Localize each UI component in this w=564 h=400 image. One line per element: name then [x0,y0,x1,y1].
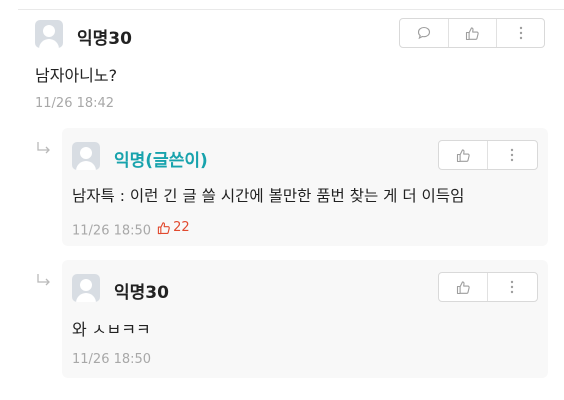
comment-icon [417,26,431,40]
more-vertical-icon [519,26,522,40]
reply-timestamp: 11/26 18:50 [72,352,152,367]
avatar-shoulders [76,293,96,302]
more-button[interactable] [487,141,535,169]
thumbs-up-icon [456,148,470,162]
avatar-head [43,25,55,37]
top-divider [18,9,564,10]
comment-author: 익명30 [77,29,132,49]
like-button[interactable] [448,19,496,47]
more-button[interactable] [496,19,544,47]
avatar-shoulders [76,161,96,170]
like-button[interactable] [439,141,487,169]
reply-actions [438,272,538,302]
more-button[interactable] [487,273,535,301]
avatar-head [80,279,92,291]
like-count: 22 [157,220,190,235]
avatar[interactable] [72,274,100,302]
avatar[interactable] [35,20,63,48]
reply-timestamp: 11/26 18:50 [72,223,152,239]
reply-actions [438,140,538,170]
reply-author-writer: 익명(글쓴이) [114,151,208,171]
reply-text: 와 ㅅㅂㅋㅋ [72,320,151,339]
comment: 익명30 남자아니노? 11/26 18:42 [35,18,545,111]
more-vertical-icon [510,280,513,294]
comment-header: 익명30 [35,18,545,50]
more-vertical-icon [510,148,513,162]
thumbs-up-icon [465,26,479,40]
thumbs-up-icon [456,280,470,294]
thumbs-up-icon [157,221,170,234]
comment-timestamp: 11/26 18:42 [35,96,115,111]
reply-item: 익명(글쓴이) 남자특 : 이런 긴 글 쓸 시간에 볼만한 품번 찾는 게 더… [62,128,548,246]
reply-button[interactable] [400,19,448,47]
reply-text: 남자특 : 이런 긴 글 쓸 시간에 볼만한 품번 찾는 게 더 이득임 [72,187,465,205]
avatar-head [80,147,92,159]
reply-item: 익명30 와 ㅅㅂㅋㅋ 11/26 18:50 [62,260,548,378]
comment-text: 남자아니노? [35,66,118,85]
avatar[interactable] [72,142,100,170]
reply-meta: 11/26 18:50 22 [72,220,190,239]
like-count-value: 22 [173,220,190,235]
like-button[interactable] [439,273,487,301]
avatar-shoulders [39,39,59,48]
reply-author: 익명30 [114,283,169,303]
comment-actions [399,18,545,48]
reply-arrow-icon [37,142,50,154]
reply-arrow-icon [37,274,50,286]
